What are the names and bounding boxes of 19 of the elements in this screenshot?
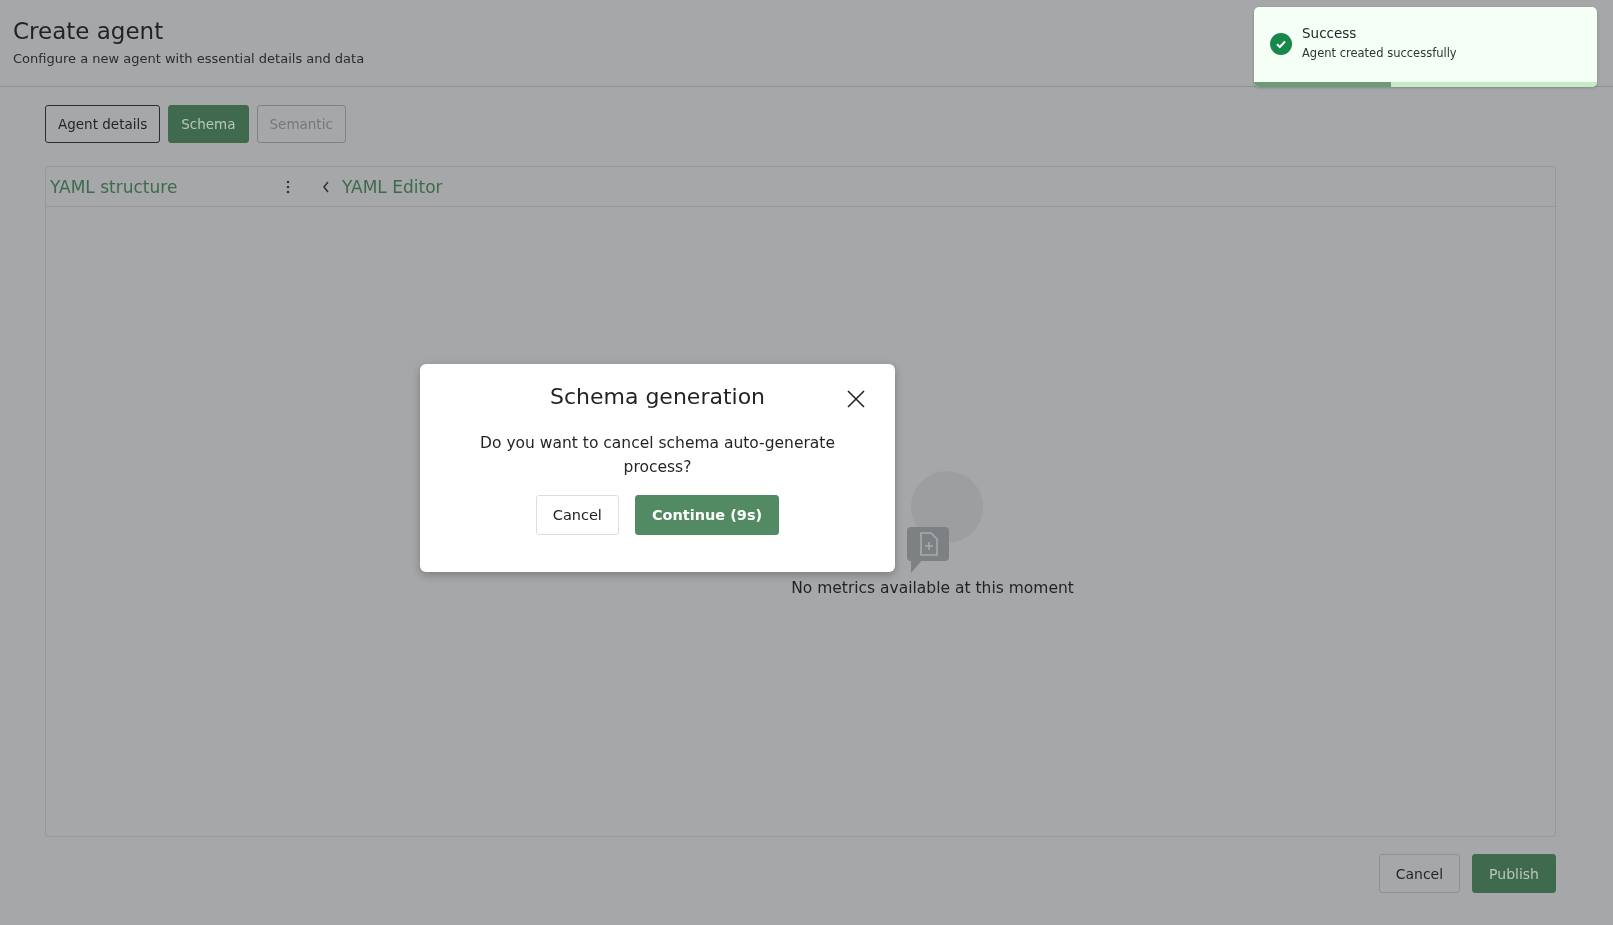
footer-button[interactable]: Publish xyxy=(1472,854,1556,893)
dialog-message: Do you want to cancel schema auto-generate process? xyxy=(479,433,836,478)
panel-title: YAML Editor xyxy=(342,176,443,197)
step-tab[interactable]: Schema xyxy=(168,105,249,143)
dialog-title: Schema generation xyxy=(549,384,766,409)
page-title: Create agent xyxy=(13,18,164,44)
more-options-icon[interactable] xyxy=(286,179,290,194)
toast-message: Agent created successfully xyxy=(1302,46,1457,60)
check-circle-icon xyxy=(1270,33,1292,55)
empty-state-message: No metrics available at this moment xyxy=(791,579,1074,597)
dialog-button[interactable]: Continue (9s) xyxy=(634,495,780,535)
page-subtitle: Configure a new agent with essential details and data xyxy=(13,51,365,66)
panel-title: YAML structure xyxy=(50,176,178,197)
dialog-button[interactable]: Cancel xyxy=(535,495,619,535)
step-tab[interactable]: Agent details xyxy=(45,105,161,143)
close-icon[interactable] xyxy=(847,390,865,408)
toast-title: Success xyxy=(1302,25,1358,41)
footer-button[interactable]: Cancel xyxy=(1378,854,1461,893)
collapse-chevron-icon[interactable] xyxy=(322,180,330,193)
